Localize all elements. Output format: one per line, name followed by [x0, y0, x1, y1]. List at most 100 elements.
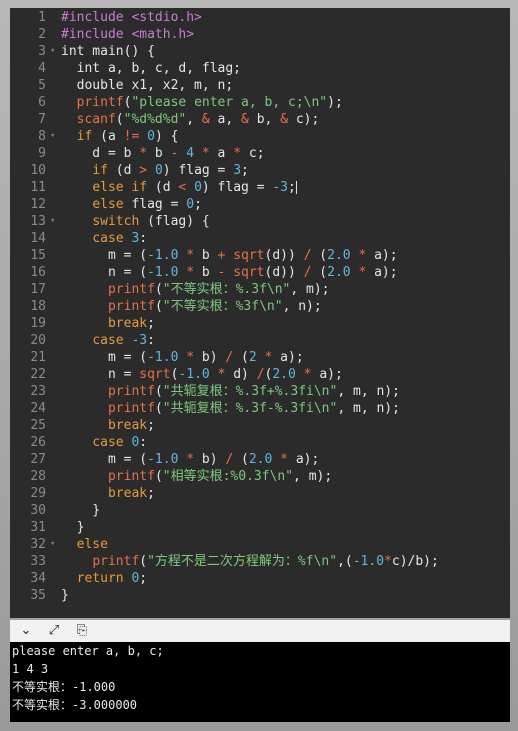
code-line[interactable]: 14 case 3: [10, 230, 510, 247]
code-token: m = ( [61, 452, 148, 467]
expand-arrows-icon[interactable]: ⤢ [46, 623, 62, 639]
code-line[interactable]: 27 m = (-1.0 * b) / (2.0 * a); [10, 451, 510, 468]
code-token: ; [288, 180, 296, 195]
code-line[interactable]: 16 n = (-1.0 * b - sqrt(d)) / (2.0 * a); [10, 264, 510, 281]
code-token: ( [154, 384, 163, 399]
code-token: else [92, 197, 124, 212]
code-line[interactable]: 32 ▾ else [10, 536, 510, 553]
code-line[interactable]: 7 scanf("%d%d%d", & a, & b, & c); [10, 111, 510, 128]
code-line[interactable]: 6 printf("please enter a, b, c;\n"); [10, 94, 510, 111]
code-token: c; [241, 146, 265, 161]
code-line[interactable]: 1 #include <stdio.h> [10, 9, 510, 26]
code-token: m = ( [61, 248, 148, 263]
code-token: } [61, 588, 69, 603]
code-token: (d [147, 180, 179, 195]
code-token: 0 [147, 129, 155, 144]
console-output-line: 1 4 3 [12, 662, 49, 676]
code-line[interactable]: 21 m = (-1.0 * b) / (2 * a); [10, 349, 510, 366]
code-token: printf [107, 384, 155, 399]
code-line[interactable]: 10 if (d > 0) flag = 3; [10, 162, 510, 179]
code-token: 0 [154, 163, 163, 178]
code-token: ; [241, 163, 249, 178]
fold-toggle-icon[interactable]: ▾ [50, 213, 58, 230]
code-line[interactable]: 24 printf("共轭复根：%.3f-%.3fi\n", m, n); [10, 400, 510, 417]
code-text: m = (-1.0 * b + sqrt(d)) / (2.0 * a); [61, 247, 398, 264]
output-console[interactable]: please enter a, b, c; 1 4 3 不等实根：-1.000 不等实… [10, 642, 510, 722]
fold-toggle-icon[interactable]: ▾ [50, 128, 58, 145]
code-token: * [186, 248, 195, 263]
code-line[interactable]: 33 printf("方程不是二次方程解为：%f\n",(-1.0*c)/b); [10, 553, 510, 570]
code-token: ) { [154, 129, 179, 144]
code-line[interactable]: 9 d = b * b - 4 * a * c; [10, 145, 510, 162]
code-token: ( [154, 401, 163, 416]
code-text: printf("please enter a, b, c;\n"); [61, 94, 343, 111]
code-line[interactable]: 18 printf("不等实根：%3f\n", n); [10, 298, 510, 315]
code-token: -1.0 [352, 554, 385, 569]
code-text: break; [61, 315, 155, 332]
console-toolbar: ⌄ ⤢ ⎘ [10, 620, 510, 643]
line-number: 20 [30, 333, 46, 348]
line-number: 2 [38, 27, 46, 42]
code-line[interactable]: 17 printf("不等实根：%.3f\n", m); [10, 281, 510, 298]
code-text: } [61, 502, 100, 519]
code-line[interactable]: 30 } [10, 502, 510, 519]
code-line[interactable]: 20 case -3: [10, 332, 510, 349]
code-line[interactable]: 2 #include <math.h> [10, 26, 510, 43]
code-token: , m, n); [337, 401, 400, 416]
code-line[interactable]: 26 case 0: [10, 434, 510, 451]
code-token: * [186, 452, 195, 467]
code-line[interactable]: 3 ▾ int main() { [10, 43, 510, 60]
code-line[interactable]: 8 ▾ if (a != 0) { [10, 128, 510, 145]
code-text: if (a != 0) { [61, 128, 179, 145]
code-token: scanf [76, 112, 116, 127]
code-text: d = b * b - 4 * a * c; [61, 145, 265, 162]
clear-console-icon[interactable]: ⎘ [74, 623, 90, 639]
code-line[interactable]: 15 m = (-1.0 * b + sqrt(d)) / (2.0 * a); [10, 247, 510, 264]
code-token: (d)) [264, 265, 304, 280]
code-line[interactable]: 29 break; [10, 485, 510, 502]
code-text: if (d > 0) flag = 3; [61, 162, 249, 179]
code-line[interactable]: 19 break; [10, 315, 510, 332]
code-token: -1.0 [178, 367, 210, 382]
code-token: a); [272, 350, 304, 365]
line-number: 29 [30, 486, 46, 501]
code-token: ; [147, 418, 155, 433]
line-number: 24 [30, 401, 46, 416]
fold-toggle-icon[interactable]: ▾ [50, 536, 58, 553]
code-line[interactable]: 31 } [10, 519, 510, 536]
code-token: c); [288, 112, 320, 127]
code-line[interactable]: 12 else flag = 0; [10, 196, 510, 213]
fold-toggle-icon[interactable]: ▾ [50, 43, 58, 60]
code-line[interactable]: 13 ▾ switch (flag) { [10, 213, 510, 230]
code-token: : [139, 435, 148, 450]
code-token: case [92, 231, 124, 246]
code-token: #include <stdio.h> [61, 10, 202, 25]
code-line[interactable]: 5 double x1, x2, m, n; [10, 77, 510, 94]
code-text: else [61, 536, 108, 553]
code-line[interactable]: 22 n = sqrt(-1.0 * d) /(2.0 * a); [10, 366, 510, 383]
code-line[interactable]: 11 else if (d < 0) flag = -3; [10, 179, 510, 196]
code-line[interactable]: 28 printf("相等实根:%0.3f\n", m); [10, 468, 510, 485]
code-line[interactable]: 4 int a, b, c, d, flag; [10, 60, 510, 77]
line-number: 28 [30, 469, 46, 484]
code-text: n = (-1.0 * b - sqrt(d)) / (2.0 * a); [61, 264, 398, 281]
code-line[interactable]: 34 return 0; [10, 570, 510, 587]
collapse-chevron-icon[interactable]: ⌄ [18, 623, 34, 639]
code-token: -1.0 [147, 248, 179, 263]
code-line[interactable]: 35} [10, 587, 510, 604]
code-token: case [92, 333, 124, 348]
code-token: ( [115, 112, 124, 127]
code-token: , [186, 112, 202, 127]
code-token: int a, b, c, d, flag; [61, 61, 242, 76]
code-token: } [61, 503, 101, 518]
code-line[interactable]: 25 break; [10, 417, 510, 434]
code-editor[interactable]: 1 #include <stdio.h> 2 #include <math.h> 3 ▾ i… [10, 8, 510, 618]
code-line[interactable]: 23 printf("共轭复根：%.3f+%.3fi\n", m, n); [10, 383, 510, 400]
code-text: else flag = 0; [61, 196, 202, 213]
